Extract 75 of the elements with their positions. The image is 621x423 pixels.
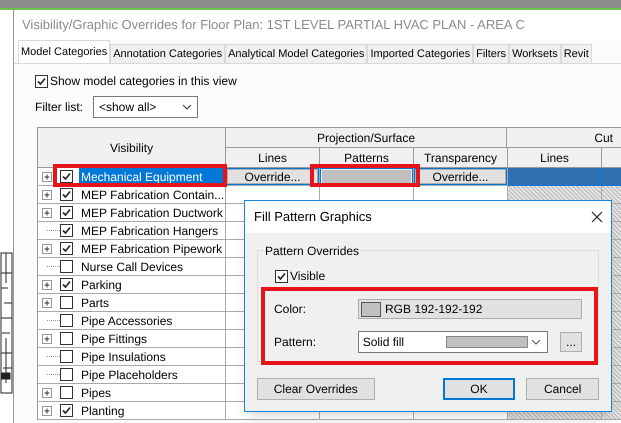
row-checkbox[interactable] [60, 224, 73, 237]
pattern-dropdown[interactable]: Solid fill [358, 331, 548, 353]
category-name[interactable]: MEP Fabrication Hangers [79, 222, 225, 239]
row-checkbox[interactable] [60, 404, 73, 417]
visible-checkbox[interactable] [275, 270, 288, 282]
row-checkbox[interactable] [60, 242, 73, 255]
color-field[interactable]: RGB 192-192-192 [358, 299, 582, 319]
category-name[interactable]: Pipes [79, 384, 225, 401]
expand-icon[interactable] [42, 388, 52, 398]
column-header: Lines [226, 148, 320, 168]
expand-icon[interactable] [42, 172, 52, 182]
expand-icon[interactable] [42, 334, 52, 344]
visible-label: Visible [290, 268, 326, 285]
row-checkbox[interactable] [60, 368, 73, 381]
window-title: Visibility/Graphic Overrides for Floor Plan: 1ST LEVEL PARTIAL HVAC PLAN - AREA C [21, 16, 526, 34]
check-icon [277, 272, 286, 280]
category-name[interactable]: Pipe Fittings [79, 330, 225, 347]
tab[interactable]: Model Categories [18, 40, 110, 63]
checkbox[interactable] [35, 74, 48, 88]
expand-icon[interactable] [42, 208, 52, 218]
column-group-header: Cut [507, 128, 621, 148]
category-name[interactable]: Parts [79, 294, 225, 311]
column-group-header: Projection/Surface [226, 128, 507, 148]
row-checkbox[interactable] [60, 332, 73, 345]
expand-icon[interactable] [42, 280, 52, 290]
color-swatch [361, 302, 381, 316]
browse-button[interactable]: ... [560, 332, 582, 352]
check-icon [62, 406, 71, 415]
column-header: Visibility [38, 128, 226, 168]
pattern-label: Pattern: [274, 334, 318, 351]
category-name[interactable]: MEP Fabrication Pipework [79, 240, 225, 257]
category-name[interactable]: Parking [79, 276, 225, 293]
color-label: Color: [274, 301, 308, 318]
dialog-title: Fill Pattern Graphics [254, 208, 372, 226]
expand-icon[interactable] [42, 406, 52, 416]
filter-dropdown[interactable]: <show all> [93, 96, 198, 118]
tab[interactable]: Revit [560, 44, 592, 63]
dialog-button[interactable]: Cancel [526, 378, 599, 400]
dialog-button[interactable]: Clear Overrides [257, 378, 375, 400]
tab[interactable]: Worksets [509, 44, 561, 63]
expand-icon[interactable] [42, 244, 52, 254]
override-button[interactable]: Override... [415, 169, 506, 184]
row-checkbox[interactable] [60, 260, 73, 273]
row-checkbox[interactable] [60, 314, 73, 327]
tab[interactable]: Filters [473, 44, 510, 63]
row-checkbox[interactable] [60, 170, 73, 183]
chevron-down-icon [531, 339, 542, 345]
expand-icon[interactable] [42, 298, 52, 308]
expand-icon[interactable] [42, 190, 52, 200]
category-name[interactable]: Pipe Accessories [79, 312, 225, 329]
row-checkbox[interactable] [60, 188, 73, 201]
column-header: Transparency [414, 148, 508, 168]
category-name[interactable]: Planting [79, 402, 225, 419]
row-checkbox[interactable] [60, 386, 73, 399]
row-checkbox[interactable] [60, 350, 73, 363]
chevron-down-icon [182, 104, 192, 110]
row-checkbox[interactable] [60, 278, 73, 291]
tab[interactable]: Annotation Categories [110, 44, 226, 63]
close-icon[interactable] [591, 211, 603, 223]
check-icon [62, 280, 71, 289]
row-checkbox[interactable] [60, 206, 73, 219]
category-name[interactable]: Pipe Insulations [79, 348, 225, 365]
row-checkbox[interactable] [60, 296, 73, 309]
filter-list-label: Filter list: [35, 99, 83, 116]
category-name[interactable]: Pipe Placeholders [79, 366, 225, 383]
category-name[interactable]: MEP Fabrication Contain... [79, 186, 225, 203]
tab[interactable]: Imported Categories [367, 44, 474, 63]
category-name[interactable]: Nurse Call Devices [79, 258, 225, 275]
dialog-button[interactable]: OK [442, 378, 516, 400]
override-button[interactable]: Override... [227, 169, 318, 184]
column-header: Lines [508, 148, 602, 168]
checkbox-label: Show model categories in this view [50, 73, 237, 90]
check-icon [37, 76, 46, 86]
tab[interactable]: Analytical Model Categories [225, 44, 368, 63]
category-name[interactable]: MEP Fabrication Ductwork [79, 204, 225, 221]
